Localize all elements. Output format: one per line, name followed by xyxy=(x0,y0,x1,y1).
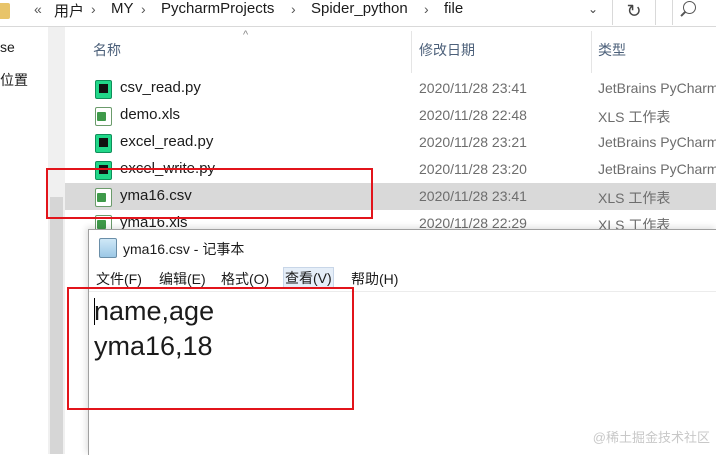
highlight-box-file xyxy=(46,168,373,219)
pycharm-file-icon xyxy=(95,80,112,99)
file-row[interactable]: excel_read.py 2020/11/28 23:21 JetBrains… xyxy=(65,129,716,156)
breadcrumb[interactable]: « 用户 › MY › PycharmProjects › Spider_pyt… xyxy=(0,0,613,25)
breadcrumb-item-my[interactable]: MY xyxy=(111,0,134,17)
breadcrumb-item-file[interactable]: file xyxy=(444,0,463,17)
file-row[interactable]: demo.xls 2020/11/28 22:48 XLS 工作表 xyxy=(65,102,716,129)
menu-help[interactable]: 帮助(H) xyxy=(350,268,399,290)
spreadsheet-file-icon xyxy=(95,107,112,126)
file-type: JetBrains PyCharm xyxy=(598,134,716,150)
breadcrumb-item-spider-python[interactable]: Spider_python xyxy=(311,0,408,17)
file-modified-date: 2020/11/28 22:48 xyxy=(419,107,527,123)
breadcrumb-separator[interactable]: › xyxy=(424,1,429,17)
breadcrumb-separator[interactable]: › xyxy=(291,1,296,17)
menu-view[interactable]: 查看(V) xyxy=(283,267,334,289)
column-divider[interactable] xyxy=(591,31,592,73)
column-divider[interactable] xyxy=(411,31,412,73)
nav-item-location[interactable]: 位置 xyxy=(0,70,28,90)
highlight-box-content xyxy=(67,287,354,410)
file-modified-date: 2020/11/28 23:20 xyxy=(419,161,527,177)
watermark: @稀土掘金技术社区 xyxy=(592,430,710,445)
column-header-modified[interactable]: 修改日期 xyxy=(419,27,475,73)
file-name: excel_read.py xyxy=(120,133,214,150)
breadcrumb-item-pycharmprojects[interactable]: PycharmProjects xyxy=(161,0,274,17)
pycharm-file-icon xyxy=(95,134,112,153)
navigation-pane: se 位置 xyxy=(0,27,48,454)
file-type: JetBrains PyCharm xyxy=(598,80,716,96)
sort-ascending-icon: ^ xyxy=(243,29,249,41)
notepad-icon xyxy=(99,238,117,258)
navigation-scrollbar[interactable] xyxy=(48,27,65,454)
address-bar: « 用户 › MY › PycharmProjects › Spider_pyt… xyxy=(0,0,716,27)
folder-icon xyxy=(0,3,10,19)
chevron-down-icon[interactable]: ⌄ xyxy=(588,2,598,16)
file-modified-date: 2020/11/28 23:21 xyxy=(419,134,527,150)
file-row[interactable]: csv_read.py 2020/11/28 23:41 JetBrains P… xyxy=(65,75,716,102)
file-type: XLS 工作表 xyxy=(598,190,671,206)
breadcrumb-overflow[interactable]: « xyxy=(34,1,42,17)
scrollbar-thumb[interactable] xyxy=(50,197,63,454)
file-name: demo.xls xyxy=(120,106,181,123)
file-modified-date: 2020/11/28 23:41 xyxy=(419,188,527,204)
file-type: JetBrains PyCharm xyxy=(598,161,716,177)
breadcrumb-separator[interactable]: › xyxy=(91,1,96,17)
file-modified-date: 2020/11/28 23:41 xyxy=(419,80,527,96)
notepad-titlebar[interactable]: yma16.csv - 记事本 xyxy=(89,230,716,266)
window-title: yma16.csv - 记事本 xyxy=(123,241,245,257)
column-header-name[interactable]: 名称 xyxy=(93,27,121,73)
refresh-button[interactable]: ↻ xyxy=(613,0,656,25)
nav-item-se[interactable]: se xyxy=(0,39,15,55)
search-icon xyxy=(683,1,696,14)
search-input[interactable] xyxy=(672,0,716,25)
column-header-type[interactable]: 类型 xyxy=(598,27,626,73)
refresh-icon: ↻ xyxy=(626,1,642,21)
file-type: XLS 工作表 xyxy=(598,109,671,125)
file-name: csv_read.py xyxy=(120,79,201,96)
breadcrumb-separator[interactable]: › xyxy=(141,1,146,17)
breadcrumb-item-users[interactable]: 用户 xyxy=(54,0,84,21)
